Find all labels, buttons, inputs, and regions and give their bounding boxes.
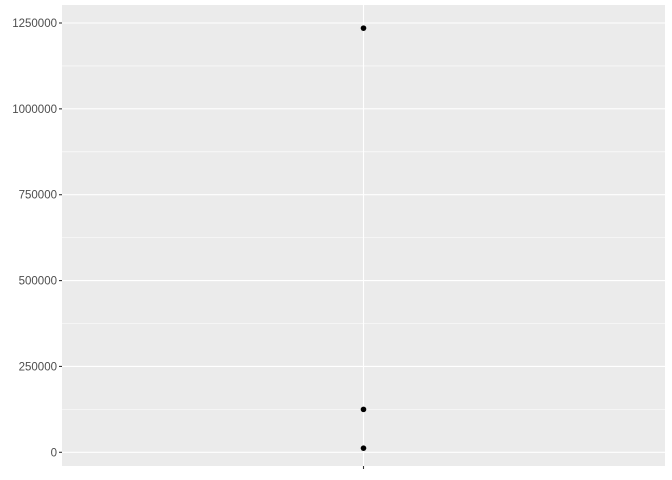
data-point — [360, 445, 367, 451]
y-tick-label: 250000 — [19, 361, 57, 373]
data-point — [360, 406, 367, 413]
y-tick-label: 500000 — [19, 276, 57, 288]
y-tick-label: 1000000 — [12, 104, 57, 116]
y-tick-label: 750000 — [19, 190, 57, 202]
data-point — [360, 25, 367, 31]
y-tick-label: 0 — [51, 447, 57, 459]
scatter-chart: 0 250000 500000 750000 1000000 1250000 — [12, 5, 665, 469]
y-tick-label: 1250000 — [12, 18, 57, 30]
y-axis: 0 250000 500000 750000 1000000 1250000 — [12, 18, 62, 459]
